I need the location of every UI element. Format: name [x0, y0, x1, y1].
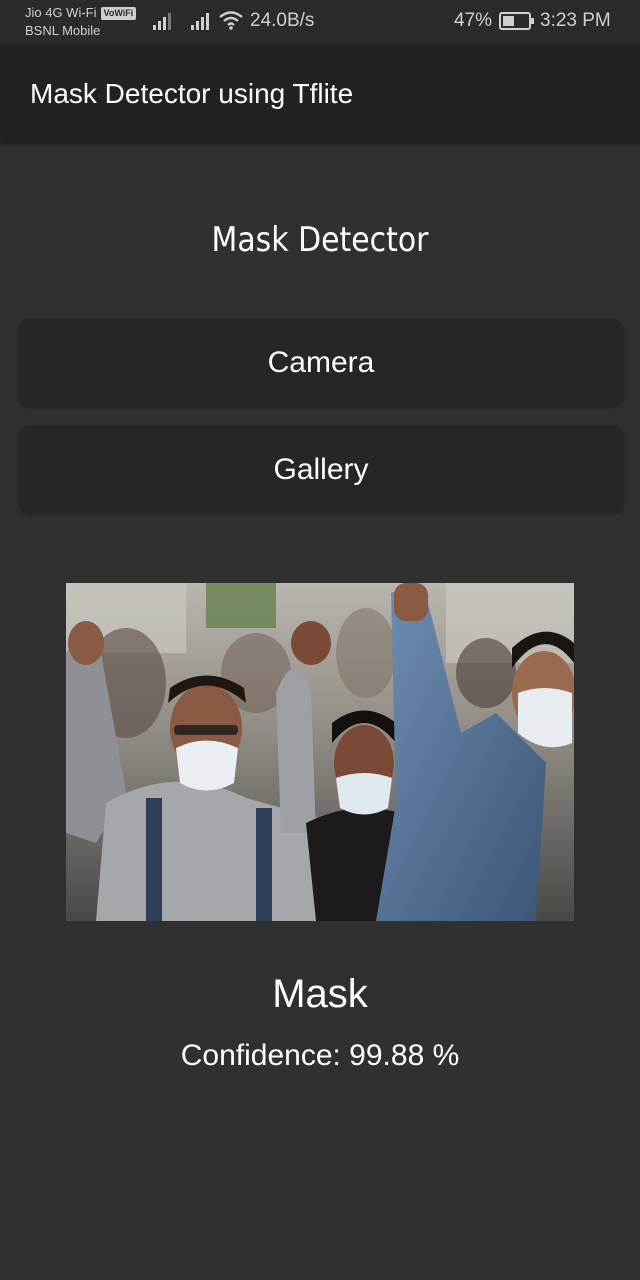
status-bar: Jio 4G Wi-Fi VoWiFi BSNL Mobile 24.0B/s …: [0, 0, 640, 44]
battery-icon: [499, 12, 534, 30]
photo-illustration: [66, 583, 574, 921]
vowifi-badge: VoWiFi: [100, 6, 137, 20]
battery-percent: 47%: [454, 10, 493, 31]
app-title: Mask Detector using Tflite: [30, 78, 354, 109]
network-speed: 24.0B/s: [250, 10, 315, 31]
carrier-primary: Jio 4G Wi-Fi: [25, 5, 97, 20]
confidence-text: Confidence: 99.88 %: [180, 1039, 460, 1072]
wifi-icon: [219, 11, 243, 30]
clock: 3:23 PM: [540, 10, 611, 31]
page-heading: Mask Detector: [211, 220, 429, 260]
carrier-info: Jio 4G Wi-Fi VoWiFi BSNL Mobile: [25, 4, 137, 40]
app-bar: Mask Detector using Tflite: [0, 44, 640, 142]
carrier-secondary: BSNL Mobile: [25, 23, 101, 38]
screen: Jio 4G Wi-Fi VoWiFi BSNL Mobile 24.0B/s …: [0, 0, 640, 1280]
result-label: Mask: [272, 972, 368, 1016]
selected-image: [66, 583, 574, 921]
gallery-button[interactable]: Gallery: [19, 426, 623, 513]
signal-icon: [153, 13, 171, 30]
camera-button[interactable]: Camera: [19, 319, 623, 406]
signal-icon: [191, 13, 209, 30]
